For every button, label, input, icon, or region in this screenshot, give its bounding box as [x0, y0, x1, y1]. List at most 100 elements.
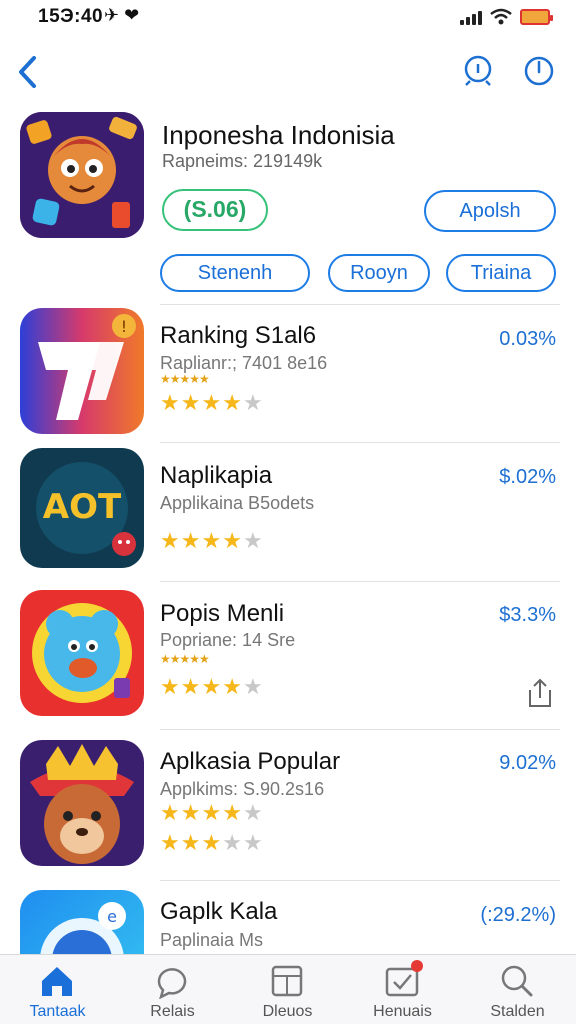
tab-label: Tantaak [29, 1003, 86, 1020]
app-subtitle: Applkims: S.90.2s16 [160, 779, 325, 799]
app-subtitle: Raplianr:; 7401 8e16 [160, 353, 328, 373]
search-icon [501, 965, 533, 997]
info-search-icon[interactable] [462, 54, 496, 88]
featured-app-title: Inponesha Indonisia [162, 120, 395, 150]
star-icon: ★ [180, 674, 202, 699]
signal-icon [460, 9, 482, 25]
featured-app: Inponesha Indonisia Rapneims: 219149k (S… [0, 110, 576, 300]
tab-dleuos[interactable]: Dleuos [230, 955, 345, 1024]
home-icon [42, 967, 72, 996]
star-icon: ★ [180, 830, 202, 855]
divider [160, 304, 560, 305]
status-time: 15Э:40 [38, 6, 104, 27]
app-list-item[interactable]: Aplkasia Popular Applkims: S.90.2s16 ★★★… [0, 738, 576, 878]
svg-text:e: e [107, 907, 117, 926]
star-icon: ★ [160, 674, 181, 699]
battery-icon [520, 9, 553, 25]
app-icon [20, 740, 144, 866]
svg-text:!: ! [121, 317, 127, 336]
app-list-item[interactable]: ! Ranking S1al6 Raplianr:; 7401 8e16 ★★★… [0, 308, 576, 440]
tab-bar: Tantaak Relais Dleuos Henuais Stalden [0, 954, 576, 1024]
divider [160, 880, 560, 881]
rating-stars: ★★★★★ [160, 390, 264, 416]
featured-app-subtitle: Rapneims: 219149k [162, 151, 323, 171]
mini-rating-stars: ★★★★★ [160, 372, 210, 386]
app-icon: e [20, 890, 144, 954]
divider [160, 581, 560, 582]
tab-stalden[interactable]: Stalden [460, 955, 575, 1024]
status-notification-icons: ✈ ❤ [104, 5, 140, 25]
tab-label: Relais [150, 1003, 195, 1020]
power-icon[interactable] [522, 54, 556, 88]
app-title: Popis Menli [160, 600, 285, 627]
tab-relais[interactable]: Relais [115, 955, 230, 1024]
app-list-item[interactable]: Popis Menli Popriane: 14 Sre ★★★★★ ★★★★★… [0, 590, 576, 730]
star-icon: ★ [180, 390, 202, 415]
star-icon: ★ [201, 830, 223, 855]
tab-henuais[interactable]: Henuais [345, 955, 460, 1024]
star-icon: ★ [201, 390, 223, 415]
app-title: Aplkasia Popular [160, 748, 341, 775]
rating-stars-secondary: ★★★★★ [160, 830, 264, 856]
back-chevron-icon[interactable] [14, 54, 44, 90]
app-subtitle: Paplinaia Ms [160, 930, 264, 950]
star-icon: ★ [201, 800, 223, 825]
star-icon: ★ [201, 528, 223, 553]
share-icon[interactable] [526, 676, 554, 710]
star-icon: ★ [160, 830, 181, 855]
price-badge[interactable]: (S.06) [162, 189, 268, 231]
star-icon: ★ [242, 528, 264, 553]
app-subtitle: Popriane: 14 Sre [160, 630, 296, 650]
notification-badge [411, 960, 423, 972]
app-icon: AOT [20, 448, 144, 568]
category-pill-3[interactable]: Triaina [446, 254, 556, 292]
star-icon: ★ [222, 528, 243, 553]
app-subtitle: Applikaina B5odets [160, 493, 315, 513]
tab-label: Henuais [373, 1003, 432, 1020]
app-list-item[interactable]: AOT Naplikapia Applikaina B5odets ★★★★★ … [0, 448, 576, 580]
status-right [460, 8, 553, 26]
app-title: Naplikapia [160, 462, 273, 489]
star-icon: ★ [242, 390, 264, 415]
tab-today[interactable]: Tantaak [0, 955, 115, 1024]
app-icon [20, 590, 144, 716]
list-icon [271, 965, 303, 997]
rating-stars: ★★★★★ [160, 674, 264, 700]
divider [160, 729, 560, 730]
category-pill-2[interactable]: Rooyn [328, 254, 430, 292]
chat-icon [157, 968, 187, 999]
star-icon: ★ [222, 390, 243, 415]
app-percent: 9.02% [499, 752, 556, 774]
star-icon: ★ [222, 830, 243, 855]
star-icon: ★ [201, 674, 223, 699]
nav-bar [0, 50, 576, 96]
featured-app-icon[interactable] [20, 112, 144, 238]
app-percent: $3.3% [499, 604, 556, 626]
app-icon: ! [20, 308, 144, 434]
app-percent: $.02% [499, 466, 556, 488]
star-icon: ★ [160, 390, 181, 415]
rating-stars: ★★★★★ [160, 800, 264, 826]
star-icon: ★ [222, 800, 243, 825]
tab-label: Stalden [490, 1003, 545, 1020]
app-percent: 0.03% [499, 328, 556, 350]
app-list-item[interactable]: e Gaplk Kala Paplinaia Ms (:29.2%) [0, 888, 576, 954]
star-icon: ★ [242, 830, 264, 855]
app-title: Ranking S1al6 [160, 322, 317, 349]
category-pill-1[interactable]: Stenenh [160, 254, 310, 292]
star-icon: ★ [242, 674, 264, 699]
app-title: Gaplk Kala [160, 898, 278, 925]
wifi-icon [490, 8, 512, 25]
get-app-button[interactable]: Apolsh [424, 190, 556, 232]
mini-rating-stars: ★★★★★ [160, 652, 210, 666]
star-icon: ★ [160, 528, 181, 553]
star-icon: ★ [180, 800, 202, 825]
star-icon: ★ [180, 528, 202, 553]
app-icon-text: AOT [43, 487, 122, 527]
star-icon: ★ [222, 674, 243, 699]
divider [160, 442, 560, 443]
app-percent: (:29.2%) [480, 904, 556, 926]
status-bar: 15Э:40 ✈ ❤ [0, 0, 576, 36]
star-icon: ★ [242, 800, 264, 825]
rating-stars: ★★★★★ [160, 528, 264, 554]
